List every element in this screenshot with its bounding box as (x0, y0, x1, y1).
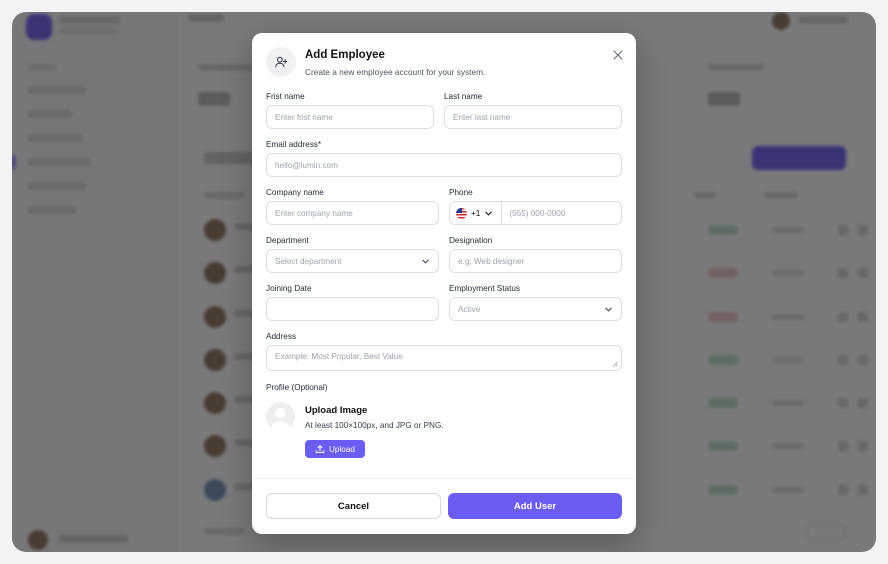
country-code-selector[interactable]: +1 (456, 202, 503, 224)
footer-divider (252, 478, 636, 479)
upload-icon (315, 444, 325, 453)
last-name-field[interactable] (444, 105, 622, 129)
modal-title: Add Employee (305, 49, 385, 61)
add-user-button[interactable]: Add User (448, 493, 622, 519)
profile-label: Profile (Optional) (266, 383, 328, 392)
email-label: Email address* (266, 140, 322, 149)
designation-input[interactable] (458, 250, 613, 272)
phone-label: Phone (449, 188, 473, 197)
employment-status-value: Active (458, 304, 481, 314)
joining-date-input[interactable] (275, 298, 430, 320)
phone-input[interactable] (502, 202, 613, 224)
email-field[interactable] (266, 153, 622, 177)
joining-date-field[interactable] (266, 297, 439, 321)
address-label: Address (266, 332, 297, 341)
company-input[interactable] (275, 202, 430, 224)
upload-hint: At least 100×100px, and JPG or PNG. (305, 421, 444, 430)
department-label: Department (266, 236, 309, 245)
cancel-button[interactable]: Cancel (266, 493, 441, 519)
user-silhouette-icon (271, 408, 290, 431)
add-employee-modal: Add Employee Create a new employee accou… (252, 33, 636, 534)
email-input[interactable] (275, 154, 613, 176)
address-input[interactable] (275, 352, 613, 370)
last-name-input[interactable] (453, 106, 613, 128)
close-icon[interactable] (610, 47, 626, 63)
last-name-label: Last name (444, 92, 483, 101)
upload-button[interactable]: Upload (305, 440, 365, 458)
resize-handle-icon[interactable] (612, 361, 618, 367)
chevron-down-icon (605, 307, 612, 312)
first-name-field[interactable] (266, 105, 434, 129)
company-label: Company name (266, 188, 324, 197)
avatar-placeholder (266, 402, 295, 431)
department-value: Select department (275, 256, 342, 266)
employment-status-label: Employment Status (449, 284, 520, 293)
joining-date-label: Joining Date (266, 284, 312, 293)
us-flag-icon (456, 207, 467, 219)
user-plus-icon (266, 47, 296, 77)
chevron-down-icon (422, 259, 429, 264)
designation-field[interactable] (449, 249, 622, 273)
upload-title: Upload Image (305, 405, 368, 416)
phone-field[interactable]: +1 (449, 201, 622, 225)
app-window: Add Employee Create a new employee accou… (12, 12, 876, 552)
chevron-down-icon (485, 211, 493, 216)
modal-subtitle: Create a new employee account for your s… (305, 67, 486, 77)
country-code: +1 (471, 208, 481, 218)
department-select[interactable]: Select department (266, 249, 439, 273)
address-field[interactable] (266, 345, 622, 371)
first-name-label: Frist name (266, 92, 305, 101)
first-name-input[interactable] (275, 106, 425, 128)
company-field[interactable] (266, 201, 439, 225)
employment-status-select[interactable]: Active (449, 297, 622, 321)
designation-label: Designation (449, 236, 493, 245)
upload-button-label: Upload (329, 444, 355, 454)
